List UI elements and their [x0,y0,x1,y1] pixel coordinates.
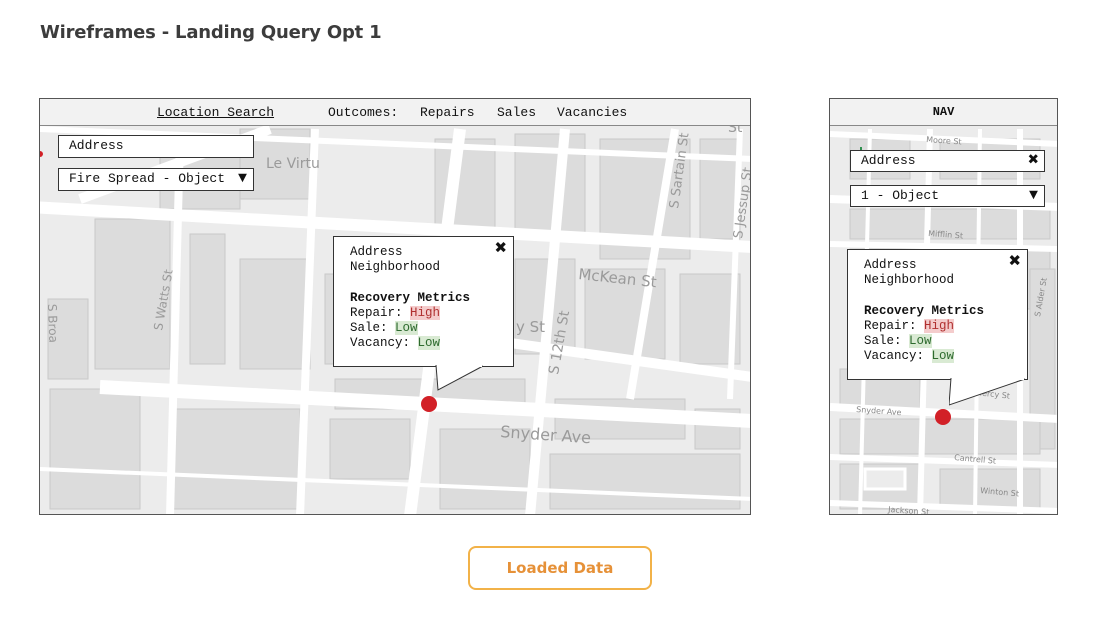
map-label-le-virtu: Le Virtu [266,156,320,172]
map-pin-icon[interactable] [421,396,437,412]
mobile-vacancy-value: Low [931,349,955,364]
mobile-popup-repair-row: Repair: High [864,318,955,333]
filter-select-value: Fire Spread - Object [69,171,226,186]
nav-sales-link[interactable]: Sales [497,105,536,120]
nav-location-search-link[interactable]: Location Search [157,105,274,120]
desktop-wireframe: Location Search Outcomes: Repairs Sales … [39,98,751,515]
popup-tail [435,365,484,391]
popup-address: Address [350,245,403,259]
mobile-popup-neighborhood: Neighborhood [864,273,955,288]
popup-metrics-title: Recovery Metrics [350,290,471,305]
mobile-location-popup: ✖ Address Neighborhood Recovery Metrics … [847,249,1028,380]
clear-close-icon[interactable]: ✖ [1028,151,1039,171]
mobile-map-pin-icon[interactable] [935,409,951,425]
mobile-popup-address: Address [864,258,917,272]
address-input-value: Address [69,138,124,153]
popup-neighborhood: Neighborhood [350,260,441,275]
desktop-navbar: Location Search Outcomes: Repairs Sales … [40,99,750,126]
close-icon[interactable]: ✖ [1009,253,1021,273]
map-label-left-fragment: S Broa [45,304,60,343]
loaded-data-button[interactable]: Loaded Data [468,546,652,590]
triangle-down-icon: ▼ [237,170,247,187]
mobile-address-input-value: Address [861,153,916,168]
page-title: Wireframes - Landing Query Opt 1 [40,22,382,43]
mobile-filter-select-value: 1 - Object [861,188,940,203]
mobile-popup-sale-row: Sale: Low [864,334,932,349]
nav-outcomes-label: Outcomes: [328,105,399,120]
popup-vacancy-row: Vacancy: Low [350,336,441,351]
location-popup: ✖ Address Neighborhood Recovery Metrics … [333,236,514,367]
nav-repairs-link[interactable]: Repairs [420,105,475,120]
nav-vacancies-link[interactable]: Vacancies [557,105,627,120]
popup-sale-row: Sale: Low [350,321,418,336]
sale-value: Low [395,321,418,336]
vacancy-value: Low [417,336,441,351]
mobile-popup-metrics-title: Recovery Metrics [864,303,985,318]
mobile-repair-value: High [924,318,955,333]
mobile-popup-tail [949,378,1026,406]
close-icon[interactable]: ✖ [495,240,507,260]
triangle-down-icon: ▼ [1028,187,1038,204]
mobile-sale-value: Low [909,334,932,349]
mobile-navbar[interactable]: NAV [830,99,1057,126]
filter-select[interactable]: Fire Spread - Object ▼ [58,168,254,191]
mobile-popup-vacancy-row: Vacancy: Low [864,349,955,364]
mobile-filter-select[interactable]: 1 - Object ▼ [850,185,1045,207]
repair-value: High [410,305,441,320]
address-input[interactable]: Address [58,135,254,158]
mobile-wireframe: NAV Moore St Mifflin St Snyder Ave Mercy… [829,98,1058,515]
popup-repair-row: Repair: High [350,305,441,320]
map-label-st-fragment-2: y St [516,318,545,336]
mobile-address-input[interactable]: Address ✖ [850,150,1045,172]
